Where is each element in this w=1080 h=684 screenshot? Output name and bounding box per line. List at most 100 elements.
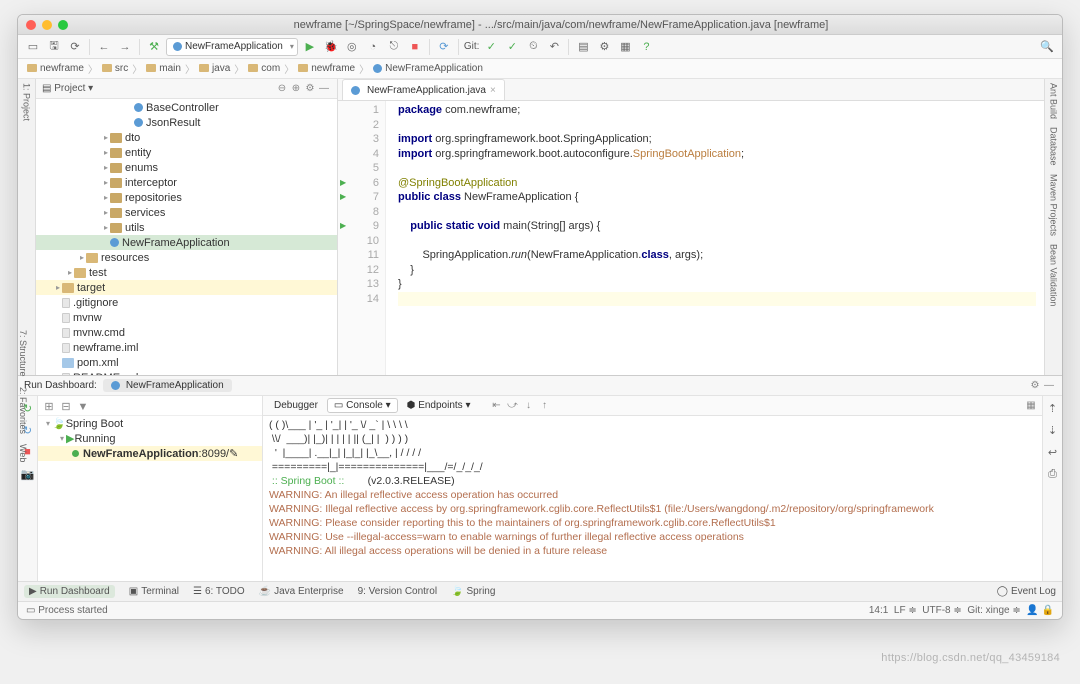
ide-settings-icon[interactable]: ⚙: [595, 38, 613, 56]
ide-help-icon[interactable]: ?: [637, 38, 655, 56]
sidebar-tool-web[interactable]: Web: [18, 444, 28, 462]
inspection-icon[interactable]: 👤: [1026, 605, 1038, 616]
bottom-tab-run-dashboard[interactable]: ▶ Run Dashboard: [24, 585, 115, 598]
tree-item[interactable]: ▸resources: [36, 250, 337, 265]
crumb[interactable]: newframe: [295, 63, 358, 74]
tree-item[interactable]: ▸test: [36, 265, 337, 280]
tree-item[interactable]: mvnw: [36, 310, 337, 325]
expand-all-icon[interactable]: ⊞: [42, 400, 56, 414]
memory-icon[interactable]: 🔒: [1042, 605, 1054, 616]
tree-item[interactable]: NewFrameApplication: [36, 235, 337, 250]
profile-icon[interactable]: ◔: [364, 38, 382, 56]
stop-icon[interactable]: ■: [406, 38, 424, 56]
vcs-revert-icon[interactable]: ↶: [545, 38, 563, 56]
file-encoding[interactable]: UTF-8 ≑: [922, 605, 962, 616]
crumb[interactable]: main: [143, 63, 184, 74]
back-icon[interactable]: ←: [95, 38, 113, 56]
maximize-window-button[interactable]: [58, 20, 68, 30]
run-icon[interactable]: ▶: [301, 38, 319, 56]
step-icon[interactable]: ⇤: [489, 399, 503, 413]
crumb[interactable]: src: [99, 63, 131, 74]
scroll-bottom-icon[interactable]: ⇣: [1044, 421, 1062, 439]
tree-item[interactable]: newframe.iml: [36, 340, 337, 355]
structure-icon[interactable]: ▤: [574, 38, 592, 56]
close-window-button[interactable]: [26, 20, 36, 30]
sidebar-tool-bean[interactable]: Bean Validation: [1049, 244, 1059, 306]
coverage-icon[interactable]: ◎: [343, 38, 361, 56]
editor-tab[interactable]: NewFrameApplication.java×: [342, 79, 505, 100]
sidebar-tool-ant[interactable]: Ant Build: [1049, 83, 1059, 119]
minimize-window-button[interactable]: [42, 20, 52, 30]
camera-icon[interactable]: 📷: [19, 465, 37, 483]
sidebar-tool-database[interactable]: Database: [1049, 127, 1059, 166]
tree-item[interactable]: ▸utils: [36, 220, 337, 235]
git-branch[interactable]: Git: xinge ≑: [967, 605, 1020, 616]
tree-item[interactable]: JsonResult: [36, 115, 337, 130]
step-out-icon[interactable]: ↑: [537, 399, 551, 413]
bottom-tab-vcs[interactable]: 9: Version Control: [358, 586, 438, 597]
crumb[interactable]: newframe: [24, 63, 87, 74]
close-tab-icon[interactable]: ×: [490, 85, 496, 96]
project-tree[interactable]: BaseControllerJsonResult▸dto▸entity▸enum…: [36, 99, 337, 375]
bottom-tab-event-log[interactable]: ◯ Event Log: [997, 586, 1056, 597]
run-dashboard-tab[interactable]: NewFrameApplication: [103, 379, 232, 392]
tree-item[interactable]: ▸enums: [36, 160, 337, 175]
tree-item[interactable]: ▸interceptor: [36, 175, 337, 190]
code-editor[interactable]: 12345▶6▶78▶91011121314 package com.newfr…: [338, 101, 1044, 375]
tree-item[interactable]: ▸repositories: [36, 190, 337, 205]
vcs-history-icon[interactable]: ⏲: [524, 38, 542, 56]
filter-icon[interactable]: ▼: [76, 400, 90, 414]
tree-item[interactable]: ▸dto: [36, 130, 337, 145]
forward-icon[interactable]: →: [116, 38, 134, 56]
vcs-update-icon[interactable]: ✓: [482, 38, 500, 56]
gear-icon[interactable]: ⚙: [303, 82, 317, 96]
collapse-all-icon[interactable]: ⊟: [59, 400, 73, 414]
refresh-icon[interactable]: ⟳: [66, 38, 84, 56]
sidebar-tool-maven[interactable]: Maven Projects: [1049, 174, 1059, 236]
bottom-tab-terminal[interactable]: ▣ Terminal: [129, 586, 179, 597]
scroll-top-icon[interactable]: ⇡: [1044, 399, 1062, 417]
crumb[interactable]: NewFrameApplication: [370, 63, 486, 74]
debug-icon[interactable]: 🐞: [322, 38, 340, 56]
bottom-tab-spring[interactable]: 🍃 Spring: [451, 586, 495, 597]
tree-item[interactable]: mvnw.cmd: [36, 325, 337, 340]
run-tree[interactable]: ⊞ ⊟ ▼ ▾🍃 Spring Boot ▾▶ Running NewFrame…: [38, 396, 263, 581]
ide-more-icon[interactable]: ▦: [616, 38, 634, 56]
hide-panel-icon[interactable]: —: [1042, 379, 1056, 393]
vcs-commit-icon[interactable]: ✓: [503, 38, 521, 56]
step-over-icon[interactable]: ⤻: [505, 399, 519, 413]
sidebar-tool-favorites[interactable]: 2: Favorites: [18, 387, 28, 434]
tab-console[interactable]: ▭ Console ▾: [327, 398, 398, 413]
open-icon[interactable]: ▭: [24, 38, 42, 56]
bottom-tab-todo[interactable]: ☰ 6: TODO: [193, 586, 245, 597]
crumb[interactable]: com: [245, 63, 283, 74]
print-icon[interactable]: ⎙: [1044, 465, 1062, 483]
crumb[interactable]: java: [196, 63, 233, 74]
bottom-tab-java-ee[interactable]: ☕ Java Enterprise: [259, 586, 344, 597]
hide-panel-icon[interactable]: —: [317, 82, 331, 96]
soft-wrap-icon[interactable]: ↩: [1044, 443, 1062, 461]
build-icon[interactable]: ⚒: [145, 38, 163, 56]
tree-item[interactable]: BaseController: [36, 100, 337, 115]
layout-icon[interactable]: ▦: [1024, 399, 1038, 413]
tree-item[interactable]: ▸services: [36, 205, 337, 220]
sidebar-tool-project[interactable]: 1: Project: [22, 83, 32, 121]
tree-item[interactable]: .gitignore: [36, 295, 337, 310]
save-icon[interactable]: 🖫: [45, 38, 63, 56]
attach-icon[interactable]: ⎋: [385, 38, 403, 56]
tab-debugger[interactable]: Debugger: [267, 398, 325, 413]
tree-item[interactable]: ▸target: [36, 280, 337, 295]
tree-item[interactable]: pom.xml: [36, 355, 337, 370]
search-everywhere-icon[interactable]: 🔍: [1038, 38, 1056, 56]
collapse-icon[interactable]: ⊖: [275, 82, 289, 96]
gear-icon[interactable]: ⚙: [1028, 379, 1042, 393]
sidebar-tool-structure[interactable]: 7: Structure: [18, 330, 28, 377]
run-config-combo[interactable]: NewFrameApplication: [166, 38, 298, 56]
step-into-icon[interactable]: ↓: [521, 399, 535, 413]
tab-endpoints[interactable]: ⬢ Endpoints ▾: [400, 398, 478, 413]
tree-item[interactable]: ▸entity: [36, 145, 337, 160]
console-output[interactable]: ( ( )\___ | '_ | '_| | '_ \/ _` | \ \ \ …: [263, 416, 1042, 581]
ide-services-icon[interactable]: ⟳: [435, 38, 453, 56]
caret-position[interactable]: 14:1: [869, 605, 888, 616]
expand-icon[interactable]: ⊕: [289, 82, 303, 96]
